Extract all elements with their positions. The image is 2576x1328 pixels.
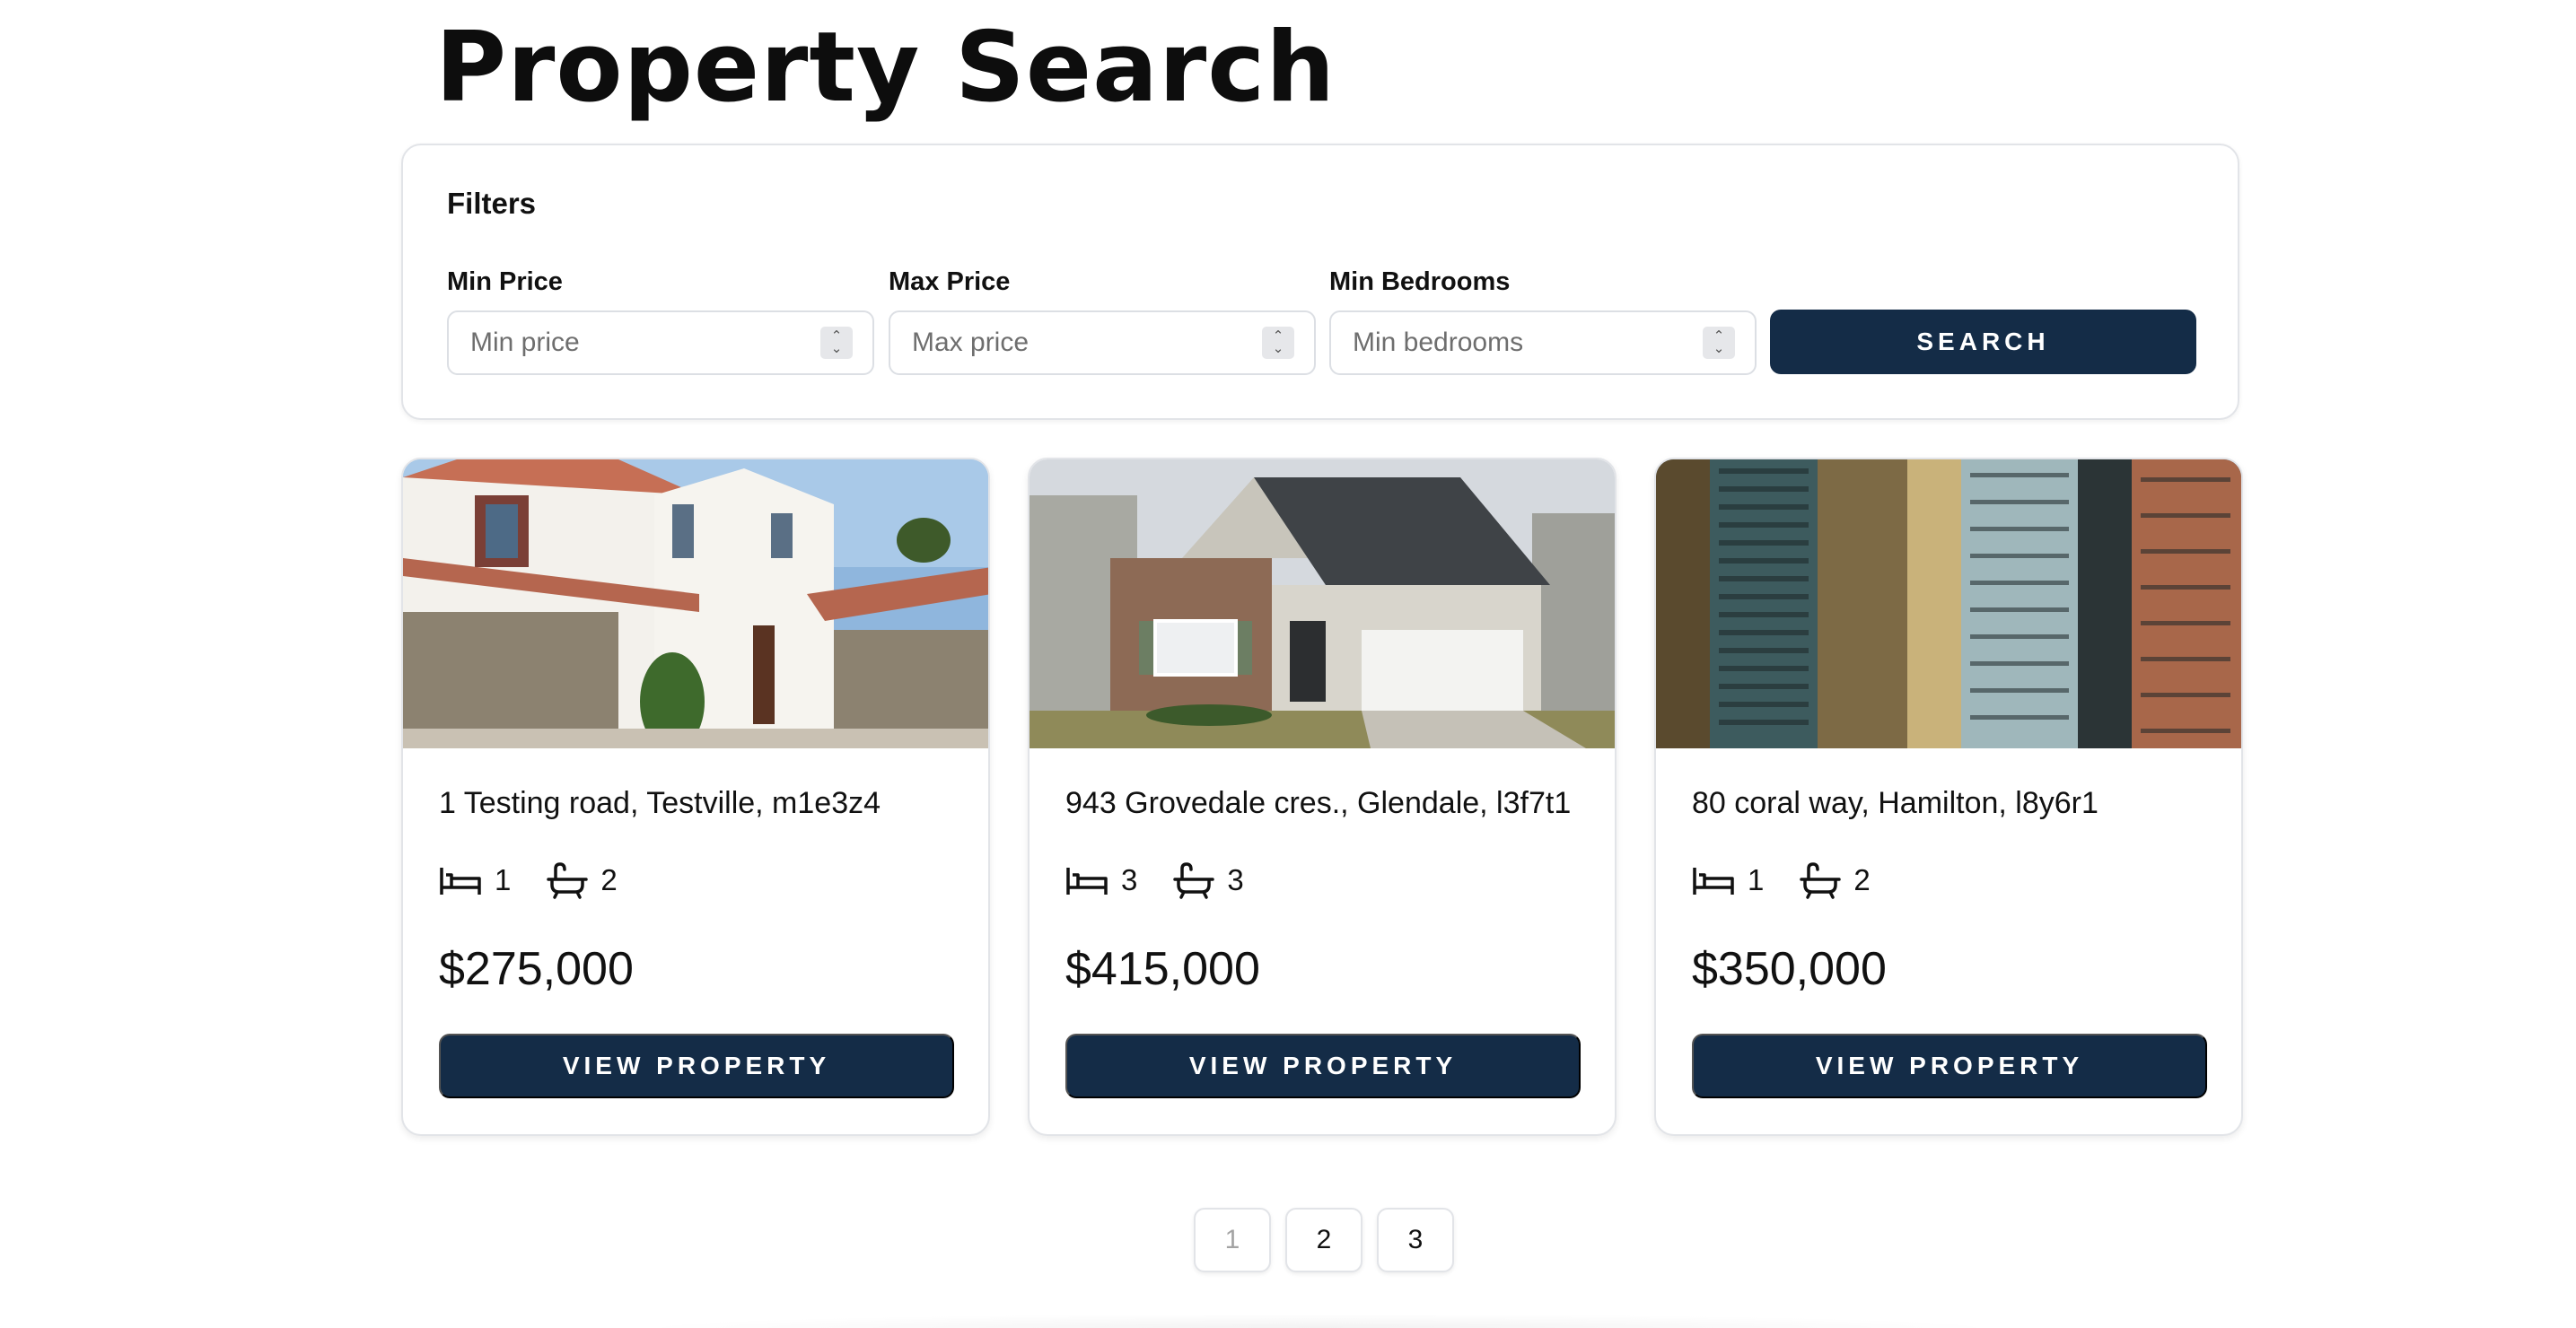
bathroom-count: 2 <box>600 863 618 896</box>
property-photo <box>1030 459 1615 748</box>
bathrooms-feature: 2 <box>547 861 618 899</box>
property-address: 943 Grovedale cres., Glendale, l3f7t1 <box>1065 786 1572 820</box>
view-property-button[interactable]: VIEW PROPERTY <box>1692 1034 2207 1098</box>
bed-icon <box>440 868 481 895</box>
min-bedrooms-input[interactable]: Min bedrooms ⌃ ⌄ <box>1329 310 1757 375</box>
bedrooms-feature: 1 <box>1692 862 1764 898</box>
view-property-button[interactable]: VIEW PROPERTY <box>439 1034 954 1098</box>
view-property-button[interactable]: VIEW PROPERTY <box>1065 1034 1581 1098</box>
min-bedrooms-label: Min Bedrooms <box>1329 267 1511 296</box>
max-price-input[interactable]: Max price ⌃ ⌄ <box>889 310 1316 375</box>
min-bedrooms-field: Min Bedrooms Min bedrooms ⌃ ⌄ <box>1329 267 1757 375</box>
property-photo <box>1656 459 2241 748</box>
property-address: 80 coral way, Hamilton, l8y6r1 <box>1692 786 2098 820</box>
page-title: Property Search <box>435 12 1336 124</box>
max-price-label: Max Price <box>889 267 1011 296</box>
number-spinner-icon[interactable]: ⌃ ⌄ <box>820 327 853 359</box>
pagination: 1 2 3 <box>1194 1208 1468 1272</box>
bathtub-icon <box>1173 862 1215 899</box>
property-price: $415,000 <box>1065 943 1260 995</box>
bathroom-count: 2 <box>1853 863 1871 896</box>
filters-heading: Filters <box>447 187 537 220</box>
max-price-placeholder: Max price <box>912 328 1030 357</box>
bathroom-count: 3 <box>1227 863 1244 896</box>
bathrooms-feature: 2 <box>1800 861 1871 899</box>
min-price-input[interactable]: Min price ⌃ ⌄ <box>447 310 874 375</box>
property-card: 80 coral way, Hamilton, l8y6r1 1 2 $350,… <box>1654 458 2243 1136</box>
property-address: 1 Testing road, Testville, m1e3z4 <box>439 786 881 820</box>
page-button-3[interactable]: 3 <box>1377 1208 1454 1272</box>
number-spinner-icon[interactable]: ⌃ ⌄ <box>1703 327 1735 359</box>
property-card: 943 Grovedale cres., Glendale, l3f7t1 3 … <box>1028 458 1617 1136</box>
filters-panel: Filters Min Price Min price ⌃ ⌄ Max Price… <box>401 144 2239 420</box>
property-features: 1 2 <box>439 861 653 899</box>
bedroom-count: 3 <box>1121 863 1138 896</box>
page-button-1[interactable]: 1 <box>1194 1208 1271 1272</box>
bedroom-count: 1 <box>1748 863 1765 896</box>
number-spinner-icon[interactable]: ⌃ ⌄ <box>1262 327 1294 359</box>
max-price-field: Max Price Max price ⌃ ⌄ <box>889 267 1316 375</box>
bathrooms-feature: 3 <box>1173 861 1244 899</box>
property-features: 3 3 <box>1065 861 1280 899</box>
page-button-2[interactable]: 2 <box>1285 1208 1362 1272</box>
bedrooms-feature: 1 <box>439 862 511 898</box>
search-button[interactable]: SEARCH <box>1770 310 2196 374</box>
bedrooms-feature: 3 <box>1065 862 1137 898</box>
bedroom-count: 1 <box>495 863 512 896</box>
property-card: 1 Testing road, Testville, m1e3z4 1 2 $2… <box>401 458 990 1136</box>
property-price: $350,000 <box>1692 943 1887 995</box>
bed-icon <box>1693 868 1734 895</box>
min-price-field: Min Price Min price ⌃ ⌄ <box>447 267 874 375</box>
property-price: $275,000 <box>439 943 634 995</box>
bathtub-icon <box>1800 862 1842 899</box>
min-price-placeholder: Min price <box>470 328 580 357</box>
bottom-shadow <box>628 1314 2011 1328</box>
property-photo <box>403 459 988 748</box>
min-price-label: Min Price <box>447 267 563 296</box>
bed-icon <box>1066 868 1108 895</box>
property-features: 1 2 <box>1692 861 1906 899</box>
bathtub-icon <box>547 862 589 899</box>
min-bedrooms-placeholder: Min bedrooms <box>1353 328 1524 357</box>
